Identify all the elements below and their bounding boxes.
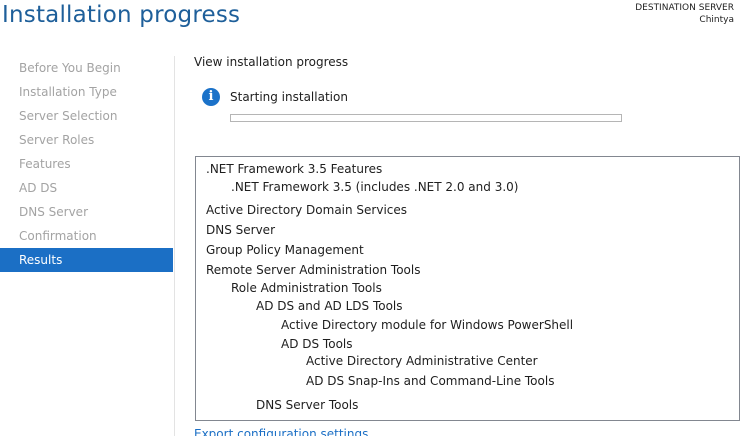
step-installation-type[interactable]: Installation Type [0,80,173,104]
destination-server-name: Chintya [699,15,734,25]
step-features[interactable]: Features [0,152,173,176]
step-before-you-begin[interactable]: Before You Begin [0,56,173,80]
installation-progress-bar [230,114,622,122]
result-item: .NET Framework 3.5 Features [206,162,383,176]
wizard-steps-sidebar: Before You Begin Installation Type Serve… [0,56,173,272]
step-dns-server[interactable]: DNS Server [0,200,173,224]
destination-server: DESTINATION SERVER Chintya [635,2,734,26]
result-item: AD DS Snap-Ins and Command-Line Tools [306,374,555,388]
result-item: DNS Server [206,223,275,237]
result-item: AD DS and AD LDS Tools [256,299,403,313]
step-ad-ds[interactable]: AD DS [0,176,173,200]
info-icon: i [202,88,220,106]
sidebar-divider [174,56,175,436]
status-text: Starting installation [230,90,348,104]
result-item: Active Directory Domain Services [206,203,408,217]
destination-server-label: DESTINATION SERVER [635,3,734,13]
export-configuration-link[interactable]: Export configuration settings [194,427,368,436]
installation-results-list[interactable]: .NET Framework 3.5 Features .NET Framewor… [195,156,740,421]
result-item: Remote Server Administration Tools [206,263,421,277]
result-item: Group Policy Management [206,243,364,257]
wizard-page: Installation progress DESTINATION SERVER… [0,0,742,436]
result-item: Role Administration Tools [231,281,382,295]
section-heading: View installation progress [194,55,349,69]
result-item: DNS Server Tools [256,398,359,412]
result-item: Active Directory module for Windows Powe… [281,318,574,332]
result-item: AD DS Tools [281,337,353,351]
step-server-selection[interactable]: Server Selection [0,104,173,128]
step-confirmation[interactable]: Confirmation [0,224,173,248]
step-server-roles[interactable]: Server Roles [0,128,173,152]
page-title: Installation progress [2,2,241,28]
result-item: .NET Framework 3.5 (includes .NET 2.0 an… [231,180,519,194]
installation-status: i Starting installation [202,88,348,106]
step-results[interactable]: Results [0,248,173,272]
result-item: Active Directory Administrative Center [306,354,538,368]
